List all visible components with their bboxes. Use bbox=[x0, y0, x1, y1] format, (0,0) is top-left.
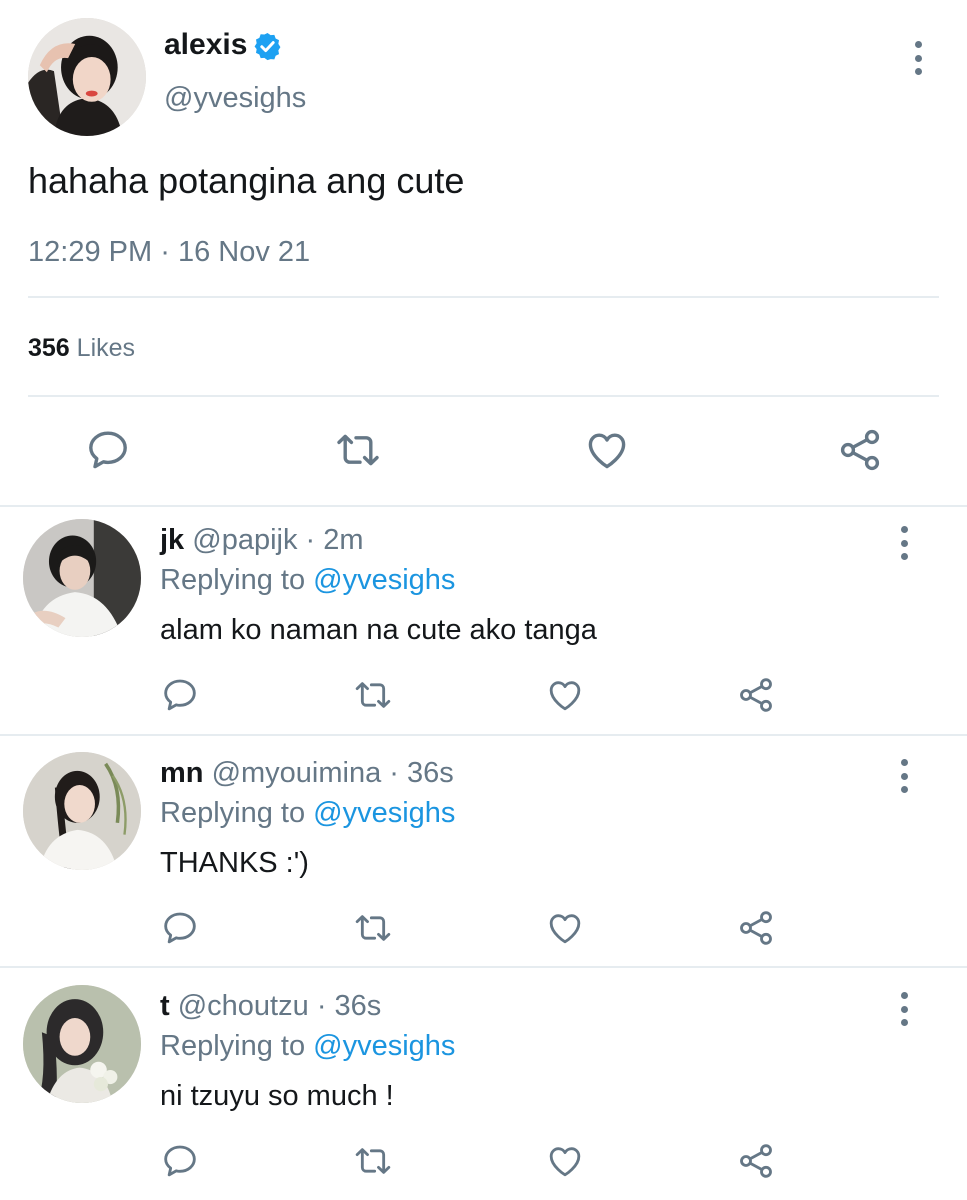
meta-separator: · bbox=[160, 236, 170, 268]
likes-number: 356 bbox=[28, 334, 70, 362]
reply-icon[interactable] bbox=[160, 675, 200, 715]
divider bbox=[28, 296, 939, 298]
more-vertical-icon[interactable] bbox=[898, 759, 910, 793]
share-icon[interactable] bbox=[736, 1141, 776, 1181]
tweet-time: 12:29 PM bbox=[28, 236, 153, 268]
likes-count[interactable]: 356 Likes bbox=[28, 334, 135, 363]
meta-separator: · bbox=[316, 990, 327, 1022]
more-vertical-icon[interactable] bbox=[898, 992, 910, 1026]
share-icon[interactable] bbox=[736, 908, 776, 948]
meta-separator: · bbox=[389, 757, 399, 789]
heart-icon[interactable] bbox=[583, 426, 631, 474]
heart-icon[interactable] bbox=[545, 1141, 585, 1181]
reply-text: ni tzuyu so much ! bbox=[160, 1080, 394, 1112]
reply-icon[interactable] bbox=[160, 908, 200, 948]
more-vertical-icon[interactable] bbox=[898, 526, 910, 560]
reply-author-handle[interactable]: @myouimina bbox=[212, 757, 382, 789]
retweet-icon[interactable] bbox=[353, 908, 393, 948]
verified-badge-icon bbox=[252, 31, 283, 62]
reply-author-name[interactable]: mn bbox=[160, 757, 204, 789]
likes-label: Likes bbox=[76, 334, 136, 362]
tweet-date: 16 Nov 21 bbox=[177, 236, 311, 268]
tweet-text: hahaha potangina ang cute bbox=[28, 160, 465, 201]
author-handle[interactable]: @yvesighs bbox=[164, 82, 306, 115]
reply-avatar[interactable] bbox=[23, 985, 141, 1103]
replying-to: Replying to @yvesighs bbox=[160, 1030, 455, 1063]
replying-to: Replying to @yvesighs bbox=[160, 797, 455, 830]
replying-to-mention[interactable]: @yvesighs bbox=[313, 564, 455, 596]
divider bbox=[0, 505, 967, 507]
author-avatar[interactable] bbox=[28, 18, 146, 136]
reply-avatar-image bbox=[23, 752, 141, 870]
author-name[interactable]: alexis bbox=[164, 28, 247, 62]
divider bbox=[28, 395, 939, 397]
reply-icon[interactable] bbox=[84, 426, 132, 474]
reply-avatar[interactable] bbox=[23, 752, 141, 870]
reply-avatar-image bbox=[23, 519, 141, 637]
replying-to-mention[interactable]: @yvesighs bbox=[313, 797, 455, 829]
reply-header: jk @papijk · 2m bbox=[160, 524, 364, 557]
reply-header: mn @myouimina · 36s bbox=[160, 757, 454, 790]
heart-icon[interactable] bbox=[545, 675, 585, 715]
reply-avatar-image bbox=[23, 985, 141, 1103]
reply-author-handle[interactable]: @papijk bbox=[192, 524, 297, 556]
author-avatar-image bbox=[28, 18, 146, 136]
reply-icon[interactable] bbox=[160, 1141, 200, 1181]
reply-author-handle[interactable]: @choutzu bbox=[178, 990, 309, 1022]
reply-time[interactable]: 36s bbox=[335, 990, 382, 1022]
retweet-icon[interactable] bbox=[353, 1141, 393, 1181]
reply-time[interactable]: 2m bbox=[323, 524, 363, 556]
replying-to-mention[interactable]: @yvesighs bbox=[313, 1030, 455, 1062]
reply-author-name[interactable]: jk bbox=[160, 524, 184, 556]
tweet-timestamp[interactable]: 12:29 PM · 16 Nov 21 bbox=[28, 236, 310, 269]
replying-to: Replying to @yvesighs bbox=[160, 564, 455, 597]
replying-to-label: Replying to bbox=[160, 564, 306, 596]
meta-separator: · bbox=[305, 524, 316, 556]
reply-header: t @choutzu · 36s bbox=[160, 990, 381, 1023]
reply-avatar[interactable] bbox=[23, 519, 141, 637]
heart-icon[interactable] bbox=[545, 908, 585, 948]
reply-author-name[interactable]: t bbox=[160, 990, 170, 1022]
more-vertical-icon[interactable] bbox=[912, 41, 924, 75]
replying-to-label: Replying to bbox=[160, 1030, 306, 1062]
replying-to-label: Replying to bbox=[160, 797, 306, 829]
retweet-icon[interactable] bbox=[353, 675, 393, 715]
reply-time[interactable]: 36s bbox=[407, 757, 454, 789]
retweet-icon[interactable] bbox=[334, 426, 382, 474]
reply-text: alam ko naman na cute ako tanga bbox=[160, 614, 597, 646]
share-icon[interactable] bbox=[836, 426, 884, 474]
share-icon[interactable] bbox=[736, 675, 776, 715]
divider bbox=[0, 966, 967, 968]
reply-text: THANKS :') bbox=[160, 847, 309, 879]
divider bbox=[0, 734, 967, 736]
